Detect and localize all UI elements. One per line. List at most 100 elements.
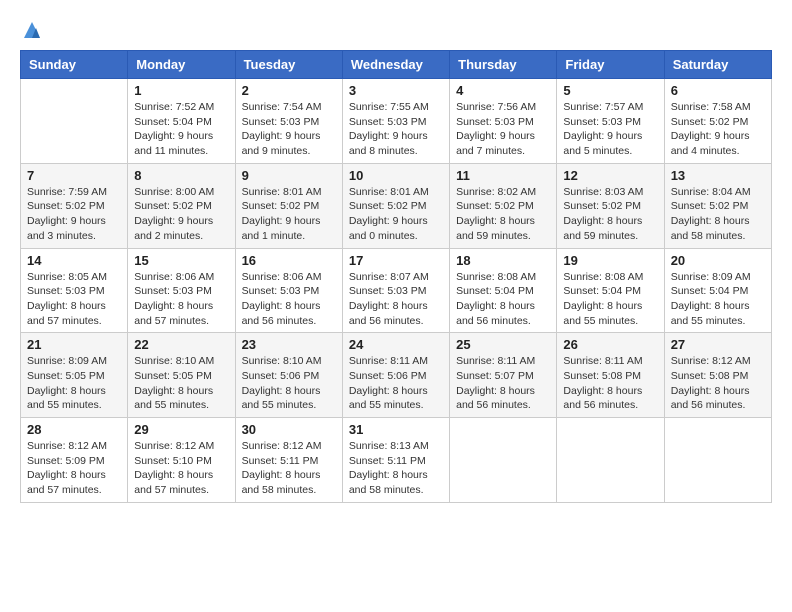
day-number: 11 bbox=[456, 168, 550, 183]
day-info: Sunrise: 8:02 AM Sunset: 5:02 PM Dayligh… bbox=[456, 185, 550, 244]
day-cell: 29Sunrise: 8:12 AM Sunset: 5:10 PM Dayli… bbox=[128, 418, 235, 503]
day-number: 27 bbox=[671, 337, 765, 352]
day-number: 12 bbox=[563, 168, 657, 183]
day-cell: 13 Sunrise: 8:04 AM Sunset: 5:02 PM Dayli… bbox=[664, 163, 771, 248]
week-row-4: 21Sunrise: 8:09 AM Sunset: 5:05 PM Dayli… bbox=[21, 333, 772, 418]
day-number: 16 bbox=[242, 253, 336, 268]
day-cell: 15 Sunrise: 8:06 AM Sunset: 5:03 PM Dayli… bbox=[128, 248, 235, 333]
day-number: 21 bbox=[27, 337, 121, 352]
day-cell: 9 Sunrise: 8:01 AM Sunset: 5:02 PM Daylig… bbox=[235, 163, 342, 248]
day-info: Sunrise: 8:09 AM Sunset: 5:04 PM Dayligh… bbox=[671, 270, 765, 329]
day-info: Sunrise: 8:12 AM Sunset: 5:09 PM Dayligh… bbox=[27, 439, 121, 498]
day-info: Sunrise: 8:10 AM Sunset: 5:06 PM Dayligh… bbox=[242, 354, 336, 413]
day-info: Sunrise: 8:03 AM Sunset: 5:02 PM Dayligh… bbox=[563, 185, 657, 244]
day-info: Sunrise: 8:01 AM Sunset: 5:02 PM Dayligh… bbox=[242, 185, 336, 244]
day-cell: 4 Sunrise: 7:56 AM Sunset: 5:03 PM Daylig… bbox=[450, 79, 557, 164]
logo bbox=[20, 20, 42, 40]
calendar-header: SundayMondayTuesdayWednesdayThursdayFrid… bbox=[21, 51, 772, 79]
day-number: 19 bbox=[563, 253, 657, 268]
day-number: 8 bbox=[134, 168, 228, 183]
week-row-1: 1 Sunrise: 7:52 AM Sunset: 5:04 PM Daylig… bbox=[21, 79, 772, 164]
day-number: 1 bbox=[134, 83, 228, 98]
header bbox=[20, 20, 772, 40]
col-header-thursday: Thursday bbox=[450, 51, 557, 79]
day-cell: 5 Sunrise: 7:57 AM Sunset: 5:03 PM Daylig… bbox=[557, 79, 664, 164]
day-cell: 21Sunrise: 8:09 AM Sunset: 5:05 PM Dayli… bbox=[21, 333, 128, 418]
day-number: 20 bbox=[671, 253, 765, 268]
day-number: 31 bbox=[349, 422, 443, 437]
day-number: 5 bbox=[563, 83, 657, 98]
day-info: Sunrise: 8:13 AM Sunset: 5:11 PM Dayligh… bbox=[349, 439, 443, 498]
day-number: 22 bbox=[134, 337, 228, 352]
day-info: Sunrise: 7:59 AM Sunset: 5:02 PM Dayligh… bbox=[27, 185, 121, 244]
day-cell: 2 Sunrise: 7:54 AM Sunset: 5:03 PM Daylig… bbox=[235, 79, 342, 164]
day-cell: 27 Sunrise: 8:12 AM Sunset: 5:08 PM Dayli… bbox=[664, 333, 771, 418]
col-header-saturday: Saturday bbox=[664, 51, 771, 79]
day-cell: 18 Sunrise: 8:08 AM Sunset: 5:04 PM Dayli… bbox=[450, 248, 557, 333]
day-info: Sunrise: 8:12 AM Sunset: 5:08 PM Dayligh… bbox=[671, 354, 765, 413]
day-info: Sunrise: 8:08 AM Sunset: 5:04 PM Dayligh… bbox=[563, 270, 657, 329]
day-number: 2 bbox=[242, 83, 336, 98]
day-info: Sunrise: 7:55 AM Sunset: 5:03 PM Dayligh… bbox=[349, 100, 443, 159]
day-cell: 17 Sunrise: 8:07 AM Sunset: 5:03 PM Dayli… bbox=[342, 248, 449, 333]
day-info: Sunrise: 8:11 AM Sunset: 5:08 PM Dayligh… bbox=[563, 354, 657, 413]
day-cell: 31 Sunrise: 8:13 AM Sunset: 5:11 PM Dayli… bbox=[342, 418, 449, 503]
day-cell: 7 Sunrise: 7:59 AM Sunset: 5:02 PM Daylig… bbox=[21, 163, 128, 248]
day-number: 29 bbox=[134, 422, 228, 437]
day-cell: 11 Sunrise: 8:02 AM Sunset: 5:02 PM Dayli… bbox=[450, 163, 557, 248]
col-header-sunday: Sunday bbox=[21, 51, 128, 79]
day-number: 13 bbox=[671, 168, 765, 183]
day-cell: 19 Sunrise: 8:08 AM Sunset: 5:04 PM Dayli… bbox=[557, 248, 664, 333]
day-info: Sunrise: 8:11 AM Sunset: 5:07 PM Dayligh… bbox=[456, 354, 550, 413]
day-info: Sunrise: 7:57 AM Sunset: 5:03 PM Dayligh… bbox=[563, 100, 657, 159]
day-number: 28 bbox=[27, 422, 121, 437]
day-cell: 16 Sunrise: 8:06 AM Sunset: 5:03 PM Dayli… bbox=[235, 248, 342, 333]
day-number: 17 bbox=[349, 253, 443, 268]
week-row-5: 28 Sunrise: 8:12 AM Sunset: 5:09 PM Dayli… bbox=[21, 418, 772, 503]
day-number: 4 bbox=[456, 83, 550, 98]
day-cell: 8 Sunrise: 8:00 AM Sunset: 5:02 PM Daylig… bbox=[128, 163, 235, 248]
day-info: Sunrise: 8:07 AM Sunset: 5:03 PM Dayligh… bbox=[349, 270, 443, 329]
day-cell: 25Sunrise: 8:11 AM Sunset: 5:07 PM Dayli… bbox=[450, 333, 557, 418]
day-number: 6 bbox=[671, 83, 765, 98]
col-header-monday: Monday bbox=[128, 51, 235, 79]
day-number: 18 bbox=[456, 253, 550, 268]
day-info: Sunrise: 8:10 AM Sunset: 5:05 PM Dayligh… bbox=[134, 354, 228, 413]
day-cell: 14 Sunrise: 8:05 AM Sunset: 5:03 PM Dayli… bbox=[21, 248, 128, 333]
day-info: Sunrise: 7:54 AM Sunset: 5:03 PM Dayligh… bbox=[242, 100, 336, 159]
header-row: SundayMondayTuesdayWednesdayThursdayFrid… bbox=[21, 51, 772, 79]
day-info: Sunrise: 8:04 AM Sunset: 5:02 PM Dayligh… bbox=[671, 185, 765, 244]
day-number: 24 bbox=[349, 337, 443, 352]
day-number: 30 bbox=[242, 422, 336, 437]
day-cell: 30 Sunrise: 8:12 AM Sunset: 5:11 PM Dayli… bbox=[235, 418, 342, 503]
day-info: Sunrise: 8:06 AM Sunset: 5:03 PM Dayligh… bbox=[242, 270, 336, 329]
day-cell: 12 Sunrise: 8:03 AM Sunset: 5:02 PM Dayli… bbox=[557, 163, 664, 248]
day-number: 14 bbox=[27, 253, 121, 268]
day-info: Sunrise: 7:56 AM Sunset: 5:03 PM Dayligh… bbox=[456, 100, 550, 159]
day-number: 23 bbox=[242, 337, 336, 352]
day-info: Sunrise: 8:08 AM Sunset: 5:04 PM Dayligh… bbox=[456, 270, 550, 329]
col-header-tuesday: Tuesday bbox=[235, 51, 342, 79]
day-info: Sunrise: 8:12 AM Sunset: 5:11 PM Dayligh… bbox=[242, 439, 336, 498]
day-cell bbox=[21, 79, 128, 164]
day-info: Sunrise: 8:06 AM Sunset: 5:03 PM Dayligh… bbox=[134, 270, 228, 329]
day-cell: 22 Sunrise: 8:10 AM Sunset: 5:05 PM Dayli… bbox=[128, 333, 235, 418]
day-number: 9 bbox=[242, 168, 336, 183]
day-number: 3 bbox=[349, 83, 443, 98]
week-row-2: 7 Sunrise: 7:59 AM Sunset: 5:02 PM Daylig… bbox=[21, 163, 772, 248]
day-info: Sunrise: 7:58 AM Sunset: 5:02 PM Dayligh… bbox=[671, 100, 765, 159]
col-header-wednesday: Wednesday bbox=[342, 51, 449, 79]
day-info: Sunrise: 8:00 AM Sunset: 5:02 PM Dayligh… bbox=[134, 185, 228, 244]
day-number: 7 bbox=[27, 168, 121, 183]
day-cell: 3 Sunrise: 7:55 AM Sunset: 5:03 PM Daylig… bbox=[342, 79, 449, 164]
day-cell bbox=[664, 418, 771, 503]
day-cell: 26Sunrise: 8:11 AM Sunset: 5:08 PM Dayli… bbox=[557, 333, 664, 418]
day-number: 15 bbox=[134, 253, 228, 268]
col-header-friday: Friday bbox=[557, 51, 664, 79]
day-cell: 6 Sunrise: 7:58 AM Sunset: 5:02 PM Daylig… bbox=[664, 79, 771, 164]
day-info: Sunrise: 8:05 AM Sunset: 5:03 PM Dayligh… bbox=[27, 270, 121, 329]
day-cell: 20 Sunrise: 8:09 AM Sunset: 5:04 PM Dayli… bbox=[664, 248, 771, 333]
week-row-3: 14 Sunrise: 8:05 AM Sunset: 5:03 PM Dayli… bbox=[21, 248, 772, 333]
day-info: Sunrise: 7:52 AM Sunset: 5:04 PM Dayligh… bbox=[134, 100, 228, 159]
calendar-body: 1 Sunrise: 7:52 AM Sunset: 5:04 PM Daylig… bbox=[21, 79, 772, 503]
